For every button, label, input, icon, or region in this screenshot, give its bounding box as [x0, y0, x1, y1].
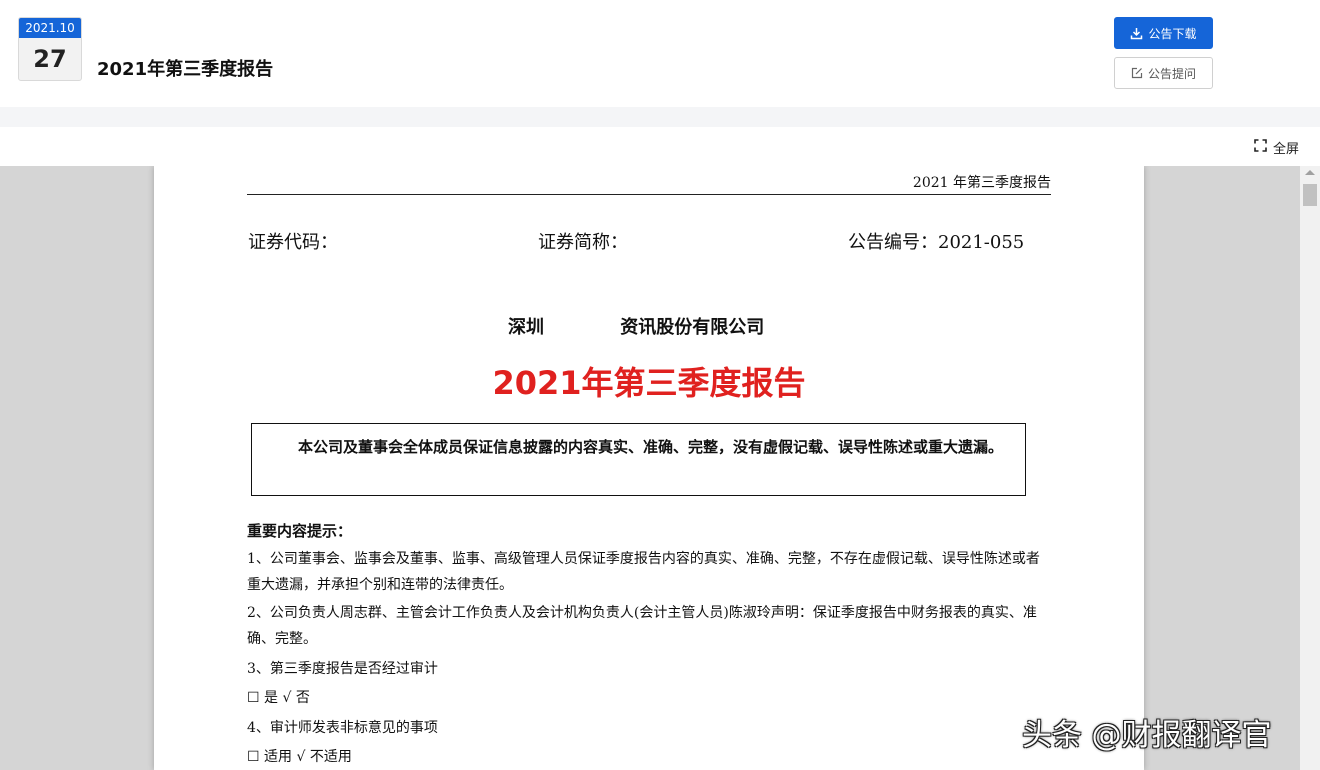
document-page: 2021 年第三季度报告 证券代码： 证券简称： 公告编号：2021-055 深… [154, 166, 1144, 770]
edit-icon [1131, 67, 1143, 79]
fullscreen-button[interactable]: 全屏 [1254, 138, 1299, 157]
opinion-options: ☐ 适用 √ 不适用 [247, 749, 352, 765]
date-day: 27 [33, 45, 67, 73]
download-button[interactable]: 公告下载 [1114, 17, 1213, 49]
stock-code-label: 证券代码： [248, 232, 338, 253]
running-head: 2021 年第三季度报告 [247, 172, 1051, 195]
question-label: 公告提问 [1147, 66, 1196, 81]
date-badge: 2021.10 27 [18, 17, 82, 81]
stock-abbr-label: 证券简称： [538, 232, 628, 253]
ask-question-button[interactable]: 公告提问 [1114, 57, 1213, 89]
date-month: 2021.10 [19, 18, 81, 38]
announcement-number: 公告编号：2021-055 [848, 232, 1025, 253]
fullscreen-label: 全屏 [1272, 142, 1299, 157]
section-title: 重要内容提示： [247, 522, 353, 540]
download-label: 公告下载 [1148, 26, 1197, 41]
scroll-up-arrow-icon[interactable] [1305, 170, 1315, 175]
scroll-thumb[interactable] [1303, 184, 1317, 206]
viewer-toolbar: 全屏 [0, 127, 1320, 166]
pdf-viewer[interactable]: 2021 年第三季度报告 证券代码： 证券简称： 公告编号：2021-055 深… [0, 166, 1320, 770]
list-item: 3、第三季度报告是否经过审计 [247, 661, 438, 677]
company-name: 深圳 资讯股份有限公司 [508, 317, 765, 338]
list-item: 4、审计师发表非标意见的事项 [247, 720, 438, 736]
vertical-scrollbar[interactable] [1300, 166, 1320, 770]
expand-icon [1254, 139, 1267, 156]
watermark: 头条 @财报翻译官 [1022, 718, 1272, 753]
page-title: 2021年第三季度报告 [97, 59, 274, 80]
download-icon [1130, 27, 1143, 40]
announcement-header: 2021.10 27 2021年第三季度报告 公告下载 公告提问 [0, 0, 1320, 107]
list-item: 1、公司董事会、监事会及董事、监事、高级管理人员保证季度报告内容的真实、准确、完… [247, 551, 1040, 593]
list-item: 2、公司负责人周志群、主管会计工作负责人及会计机构负责人(会计主管人员)陈淑玲声… [247, 605, 1037, 647]
audit-options: ☐ 是 √ 否 [247, 690, 310, 706]
disclosure-notice: 本公司及董事会全体成员保证信息披露的内容真实、准确、完整，没有虚假记载、误导性陈… [251, 423, 1026, 496]
divider-band [0, 107, 1320, 127]
report-title: 2021年第三季度报告 [492, 364, 806, 402]
